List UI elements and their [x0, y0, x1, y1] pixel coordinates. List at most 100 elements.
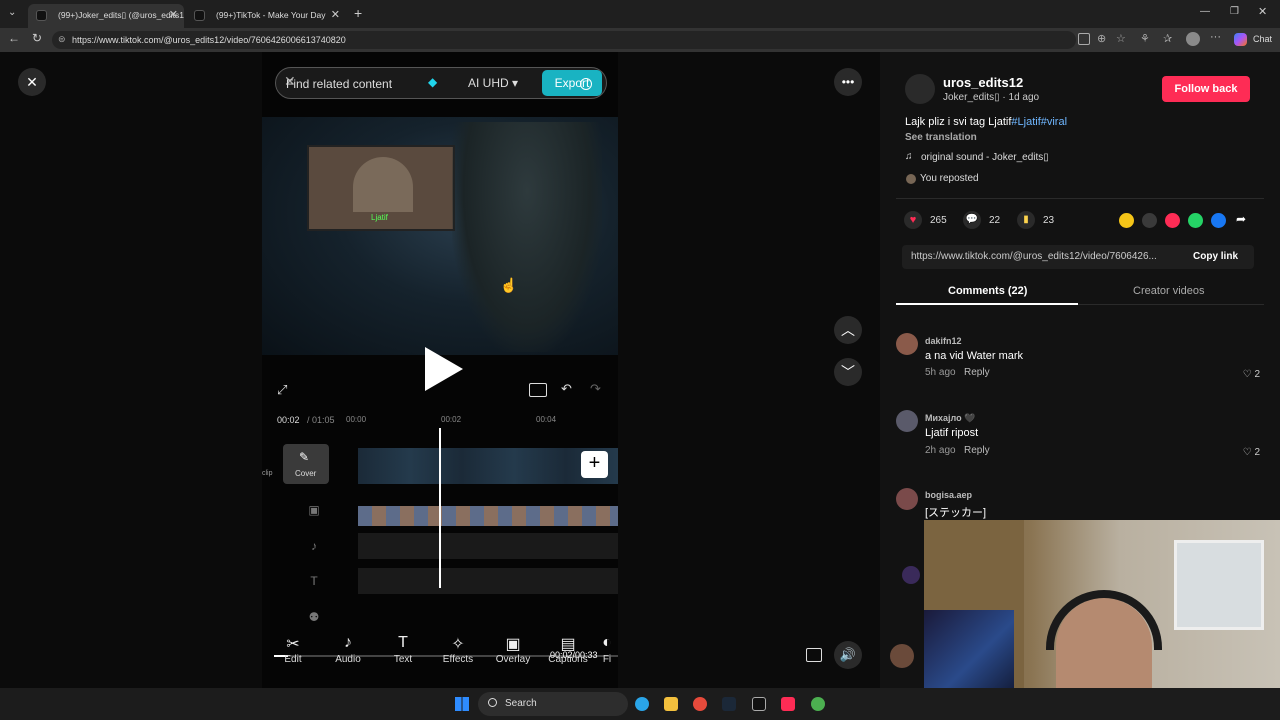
tool-text[interactable]: T Text	[378, 634, 428, 665]
comment-like[interactable]: ♡ 2	[1243, 369, 1260, 380]
find-related-search[interactable]: ✕ Find related content ◆ AI UHD ▾ Export	[275, 67, 607, 99]
copilot-icon[interactable]	[1234, 33, 1247, 46]
taskbar-search[interactable]: Search	[478, 692, 628, 716]
video-track[interactable]	[358, 448, 618, 484]
see-translation-link[interactable]: See translation	[905, 132, 977, 143]
close-tab-icon[interactable]: ✕	[331, 8, 340, 21]
reply-link[interactable]: Reply	[964, 445, 990, 456]
audio-track[interactable]	[358, 533, 618, 559]
commenter-avatar[interactable]	[896, 410, 918, 432]
comment-bubble-icon[interactable]: 💬	[963, 211, 981, 229]
text-track[interactable]	[358, 568, 618, 594]
share-arrow-icon[interactable]: ➦	[1236, 212, 1246, 226]
commenter-name[interactable]: dakifn12	[925, 336, 962, 346]
extensions-icon[interactable]: ⚘	[1140, 32, 1150, 45]
export-button[interactable]: Export	[542, 70, 602, 96]
capcut-icon[interactable]	[752, 697, 766, 711]
facebook-icon[interactable]	[1211, 213, 1226, 228]
repost-share-icon[interactable]	[1119, 213, 1134, 228]
tool-edit[interactable]: ✂ Edit	[268, 634, 318, 665]
author-avatar[interactable]	[905, 74, 935, 104]
overlay-track-icon[interactable]: ▣	[306, 503, 322, 519]
url-field[interactable]: ⊜ https://www.tiktok.com/@uros_edits12/v…	[52, 31, 1076, 49]
app-available-icon[interactable]	[1078, 33, 1090, 45]
comment-like[interactable]: ♡ 2	[1243, 447, 1260, 458]
more-menu-icon[interactable]: ···	[1210, 31, 1221, 43]
commenter-name[interactable]: Михајло 🖤	[925, 413, 975, 424]
like-heart-icon[interactable]: ♥	[904, 211, 922, 229]
previous-video-button[interactable]: ︿	[834, 316, 862, 344]
volume-button[interactable]: 🔊	[834, 641, 862, 669]
browser-tab[interactable]: (99+)TikTok - Make Your Day ✕	[186, 4, 346, 28]
reply-link[interactable]: Reply	[964, 367, 990, 378]
chat-label[interactable]: Chat	[1253, 34, 1272, 44]
fullscreen-icon[interactable]: ⤢	[277, 382, 287, 398]
browser-tab-active[interactable]: (99+)Joker_edits▯ (@uros_edits12) ✕	[28, 4, 184, 28]
back-icon[interactable]: ←	[8, 31, 20, 45]
quality-dropdown[interactable]: AI UHD ▾	[468, 76, 518, 90]
tab-title: (99+)TikTok - Make Your Day	[216, 10, 326, 20]
windows-start-icon[interactable]	[455, 697, 469, 711]
embed-icon[interactable]	[1142, 213, 1157, 228]
overlay-icon: ▣	[505, 636, 521, 653]
refresh-icon[interactable]: ↻	[32, 31, 42, 45]
chrome-icon[interactable]	[693, 697, 707, 711]
comment-time: 5h ago	[925, 367, 956, 378]
text-icon: T	[398, 634, 408, 651]
follow-back-button[interactable]: Follow back	[1162, 76, 1250, 102]
tool-filters[interactable]: ◐ Fi	[596, 634, 618, 665]
minimize-icon[interactable]: —	[1200, 6, 1210, 17]
close-window-icon[interactable]: ✕	[1258, 5, 1267, 18]
author-username[interactable]: uros_edits12	[943, 75, 1023, 90]
add-clip-button[interactable]: +	[581, 451, 608, 478]
tab-comments[interactable]: Comments (22)	[948, 285, 1027, 297]
copy-link-button[interactable]: Copy link	[1193, 251, 1238, 262]
search-icon[interactable]	[580, 78, 592, 90]
site-info-icon[interactable]: ⊜	[58, 34, 66, 45]
redo-icon[interactable]: ↷	[590, 381, 601, 397]
play-button[interactable]	[425, 347, 463, 391]
text-track-icon[interactable]: T	[306, 574, 322, 590]
streamer-figure	[353, 157, 413, 212]
tool-audio[interactable]: ♪ Audio	[323, 634, 373, 665]
commenter-avatar[interactable]	[902, 566, 920, 584]
caption-hashtags[interactable]: #Ljatif#viral	[1011, 116, 1067, 128]
profile-avatar[interactable]	[1186, 32, 1200, 46]
overlay-track[interactable]	[358, 506, 618, 526]
file-explorer-icon[interactable]	[664, 697, 678, 711]
whatsapp-icon[interactable]	[1188, 213, 1203, 228]
new-tab-icon[interactable]: +	[354, 5, 362, 21]
tab-creator-videos[interactable]: Creator videos	[1133, 285, 1205, 297]
close-viewer-button[interactable]: ✕	[18, 68, 46, 96]
commenter-avatar[interactable]	[896, 488, 918, 510]
cover-thumbnail[interactable]: ✎ Cover	[283, 444, 329, 484]
next-video-button[interactable]: ﹀	[834, 358, 862, 386]
audio-track-icon[interactable]: ♪	[306, 539, 322, 555]
playhead[interactable]	[439, 428, 441, 588]
steam-icon[interactable]	[722, 697, 736, 711]
tab-list-chevron-icon[interactable]: ⌄	[8, 7, 16, 18]
tool-overlay[interactable]: ▣ Overlay	[488, 634, 538, 665]
pip-icon[interactable]	[806, 648, 822, 662]
edge-icon[interactable]	[635, 697, 649, 711]
commenter-avatar[interactable]	[896, 333, 918, 355]
sticker-track-icon[interactable]: ⚉	[306, 610, 322, 626]
commenter-name[interactable]: bogisa.aep	[925, 490, 972, 500]
send-to-friends-icon[interactable]	[1165, 213, 1180, 228]
undo-icon[interactable]: ↶	[561, 381, 572, 397]
video-preview[interactable]: Ljatif ☝	[262, 117, 618, 355]
chrome-icon[interactable]	[811, 697, 825, 711]
zoom-icon[interactable]: ⊕	[1097, 32, 1106, 45]
bookmark-icon[interactable]: ▮	[1017, 211, 1035, 229]
favorite-star-icon[interactable]: ☆	[1116, 32, 1126, 45]
favorites-icon[interactable]: ✰	[1163, 32, 1172, 45]
cover-label: Cover	[295, 469, 317, 478]
more-options-button[interactable]: •••	[834, 68, 862, 96]
tiktok-icon[interactable]	[781, 697, 795, 711]
tool-captions[interactable]: ▤ Captions	[543, 634, 593, 665]
sound-link[interactable]: original sound - Joker_edits▯	[921, 152, 1049, 163]
tool-effects[interactable]: ✧ Effects	[433, 634, 483, 665]
restore-icon[interactable]: ❐	[1230, 6, 1239, 17]
close-tab-icon[interactable]: ✕	[169, 8, 178, 21]
timeline-toggle-icon[interactable]	[529, 383, 547, 397]
